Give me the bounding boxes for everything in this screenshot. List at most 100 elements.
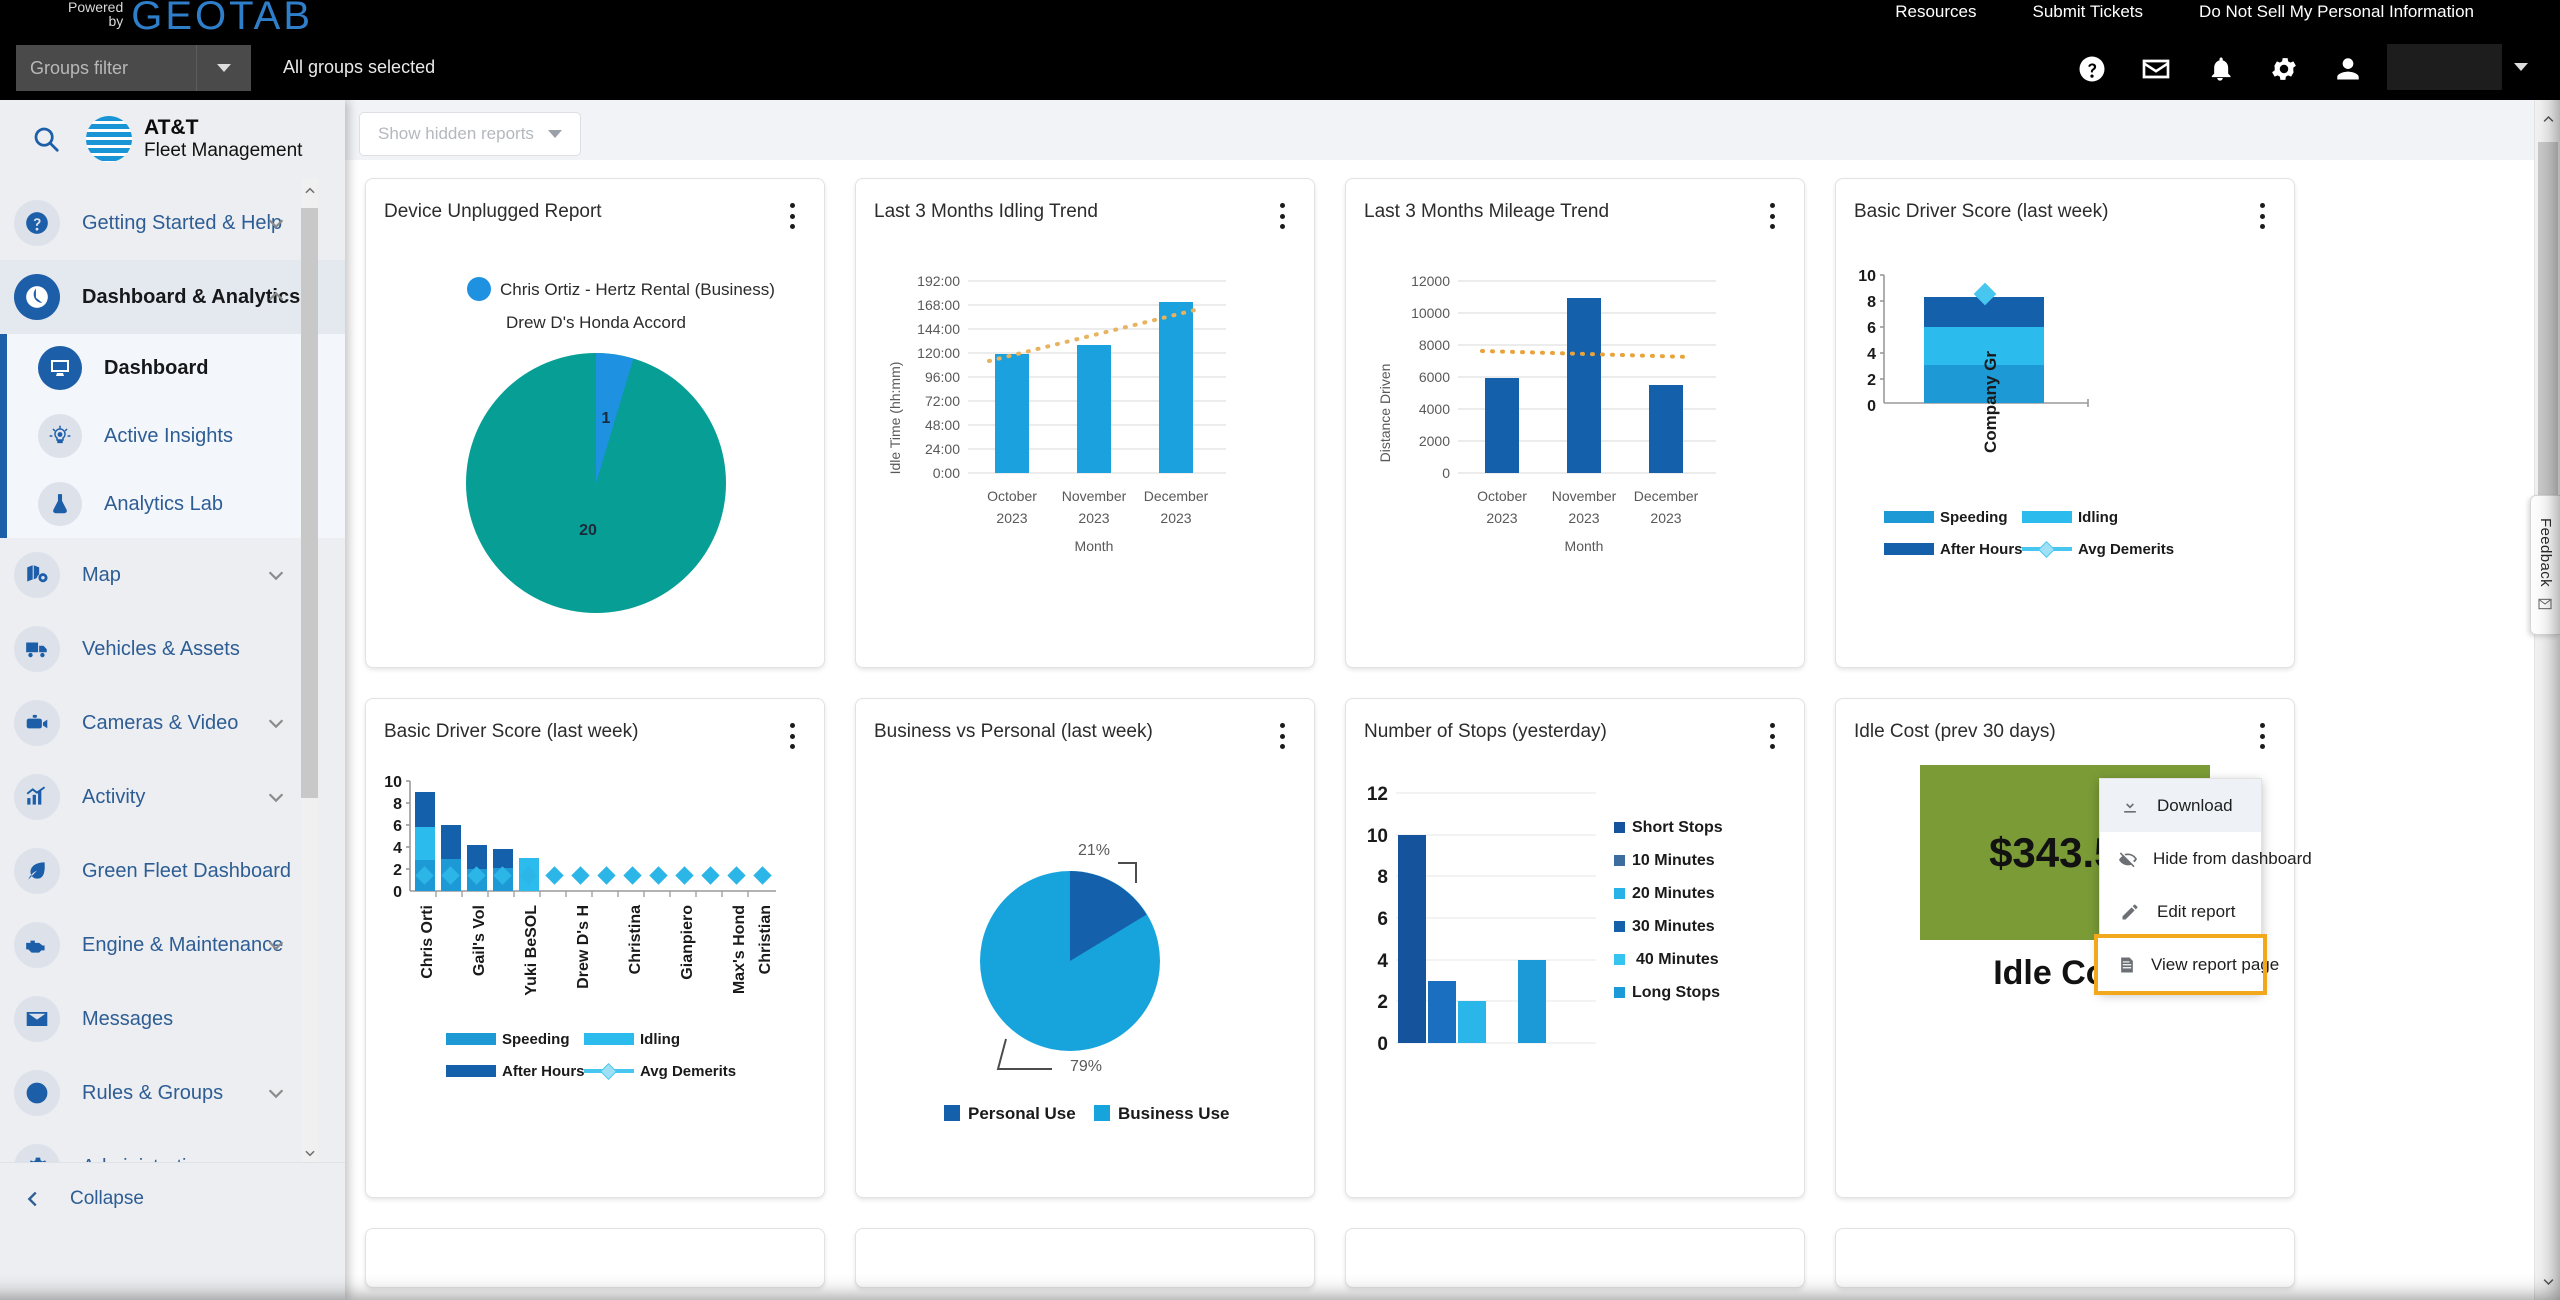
svg-text:4000: 4000: [1419, 401, 1450, 417]
leaf-icon: [14, 848, 60, 894]
chevron-down-icon: [547, 130, 562, 138]
bell-icon[interactable]: [2188, 44, 2252, 94]
map-icon: [14, 552, 60, 598]
chart-mileage-trend: 12000 10000 8000 6000 4000 2000 0 Distan…: [1346, 223, 1804, 659]
scroll-down-icon[interactable]: [301, 1142, 318, 1164]
truck-icon: [14, 626, 60, 672]
user-icon[interactable]: [2316, 44, 2380, 94]
sidebar-item-label: Messages: [82, 1007, 174, 1030]
svg-text:Drew D's H: Drew D's H: [575, 905, 592, 989]
chevron-down-icon[interactable]: [265, 564, 287, 586]
svg-text:6: 6: [393, 818, 402, 835]
main-scrollbar[interactable]: [2534, 100, 2560, 1300]
svg-text:Chris Orti: Chris Orti: [419, 905, 436, 979]
chevron-up-icon[interactable]: [265, 286, 287, 308]
scroll-up-icon[interactable]: [301, 180, 318, 202]
menu-item-hide-from-dashboard[interactable]: Hide from dashboard: [2100, 832, 2312, 885]
sidebar-item-analytics-lab[interactable]: Analytics Lab: [0, 470, 345, 538]
sidebar-item-dashboard[interactable]: Dashboard: [0, 334, 345, 402]
svg-text:Idle Time (hh:mm): Idle Time (hh:mm): [887, 362, 903, 475]
sidebar-item-activity[interactable]: Activity: [0, 760, 345, 834]
envelope-icon: [14, 996, 60, 1042]
menu-item-view-report-page[interactable]: View report page: [2094, 934, 2279, 995]
top-utility-links: Resources Submit Tickets Do Not Sell My …: [1867, 2, 2502, 22]
sidebar-item-green-fleet-dashboard[interactable]: Green Fleet Dashboard: [0, 834, 345, 908]
collapse-label: Collapse: [70, 1187, 144, 1209]
card-title: Device Unplugged Report: [384, 201, 602, 222]
att-globe-icon: [86, 116, 132, 162]
chevron-down-icon[interactable]: [265, 934, 287, 956]
groups-filter-dropdown-button[interactable]: [196, 45, 251, 91]
menu-item-label: Hide from dashboard: [2153, 848, 2312, 868]
chart-business-vs-personal: 21% 79% Personal Use Business Use: [856, 743, 1314, 1189]
svg-text:Speeding: Speeding: [1940, 509, 2008, 526]
groups-filter-input[interactable]: Groups filter: [16, 58, 196, 79]
sidebar-collapse-button[interactable]: Collapse: [0, 1162, 345, 1234]
svg-text:2000: 2000: [1419, 433, 1450, 449]
svg-text:December: December: [1634, 488, 1699, 504]
user-account-menu[interactable]: [2383, 44, 2528, 90]
menu-item-label: Download: [2157, 795, 2233, 815]
sidebar-scrollbar[interactable]: [301, 178, 318, 1188]
svg-text:November: November: [1062, 488, 1127, 504]
svg-text:0:00: 0:00: [933, 465, 960, 481]
sidebar-item-getting-started-help[interactable]: Getting Started & Help: [0, 186, 345, 260]
sidebar-item-map[interactable]: Map: [0, 538, 345, 612]
pencil-icon: [2117, 902, 2143, 922]
show-hidden-reports-button[interactable]: Show hidden reports: [359, 112, 581, 156]
help-icon[interactable]: [2060, 44, 2124, 94]
card-title: Last 3 Months Idling Trend: [874, 201, 1098, 222]
card-row-1: Device Unplugged Report Chris Ortiz - He…: [365, 178, 2520, 668]
card-row3-item-1: [365, 1228, 825, 1288]
groups-filter-control[interactable]: Groups filter: [16, 45, 251, 91]
dashboard-cards-area: Device Unplugged Report Chris Ortiz - He…: [345, 160, 2560, 1300]
svg-text:96:00: 96:00: [925, 369, 960, 385]
sidebar-section-dashboard-analytics: Dashboard & Analytics Dashboard Active I…: [0, 260, 345, 538]
search-icon[interactable]: [16, 124, 76, 154]
main-content: Show hidden reports Device Unplugged Rep…: [345, 100, 2560, 1300]
svg-text:192:00: 192:00: [917, 273, 960, 289]
svg-text:12: 12: [1367, 784, 1388, 805]
sidebar-item-dashboard-analytics[interactable]: Dashboard & Analytics: [0, 260, 345, 334]
sidebar-header: AT&T Fleet Management: [0, 100, 345, 178]
svg-text:Month: Month: [1565, 538, 1604, 554]
svg-text:2023: 2023: [1650, 510, 1681, 526]
chevron-down-icon[interactable]: [265, 1082, 287, 1104]
feedback-tab[interactable]: Feedback: [2530, 495, 2560, 635]
svg-text:8: 8: [1867, 294, 1876, 311]
mail-icon[interactable]: [2124, 44, 2188, 94]
gear-icon[interactable]: [2252, 44, 2316, 94]
sidebar-scrollbar-thumb[interactable]: [301, 208, 318, 798]
sidebar-item-label: Green Fleet Dashboard: [82, 859, 292, 882]
menu-item-edit-report[interactable]: Edit report: [2100, 885, 2261, 938]
svg-text:2023: 2023: [1160, 510, 1191, 526]
scroll-down-icon[interactable]: [2535, 1268, 2560, 1294]
svg-text:10: 10: [1367, 826, 1388, 847]
sidebar-item-cameras-video[interactable]: Cameras & Video: [0, 686, 345, 760]
sidebar-item-messages[interactable]: Messages: [0, 982, 345, 1056]
sidebar-item-engine-maintenance[interactable]: Engine & Maintenance: [0, 908, 345, 982]
svg-text:After Hours: After Hours: [1940, 541, 2023, 558]
link-submit-tickets[interactable]: Submit Tickets: [2005, 2, 2172, 22]
svg-text:2023: 2023: [1078, 510, 1109, 526]
chevron-down-icon[interactable]: [265, 786, 287, 808]
sidebar-item-vehicles-assets[interactable]: Vehicles & Assets: [0, 612, 345, 686]
flask-icon: [38, 482, 82, 526]
svg-text:8: 8: [393, 796, 402, 813]
link-do-not-sell[interactable]: Do Not Sell My Personal Information: [2171, 2, 2502, 22]
chevron-down-icon[interactable]: [265, 712, 287, 734]
card-title: Last 3 Months Mileage Trend: [1364, 201, 1610, 222]
svg-text:0: 0: [1377, 1034, 1388, 1055]
svg-text:8: 8: [1377, 867, 1388, 888]
chart-device-unplugged: Chris Ortiz - Hertz Rental (Business) Dr…: [366, 223, 824, 659]
chevron-down-icon[interactable]: [2514, 63, 2528, 71]
feedback-envelope-icon: [2537, 596, 2554, 612]
sidebar-item-active-insights[interactable]: Active Insights: [0, 402, 345, 470]
scroll-up-icon[interactable]: [2535, 106, 2560, 132]
card-basic-driver-score-drivers: Basic Driver Score (last week) 10 8 6 4 …: [365, 698, 825, 1198]
link-resources[interactable]: Resources: [1867, 2, 2004, 22]
chevron-down-icon[interactable]: [265, 212, 287, 234]
menu-item-download[interactable]: Download: [2100, 779, 2261, 832]
sidebar-item-rules-groups[interactable]: Rules & Groups: [0, 1056, 345, 1130]
svg-text:Max's Hond: Max's Hond: [731, 905, 748, 994]
